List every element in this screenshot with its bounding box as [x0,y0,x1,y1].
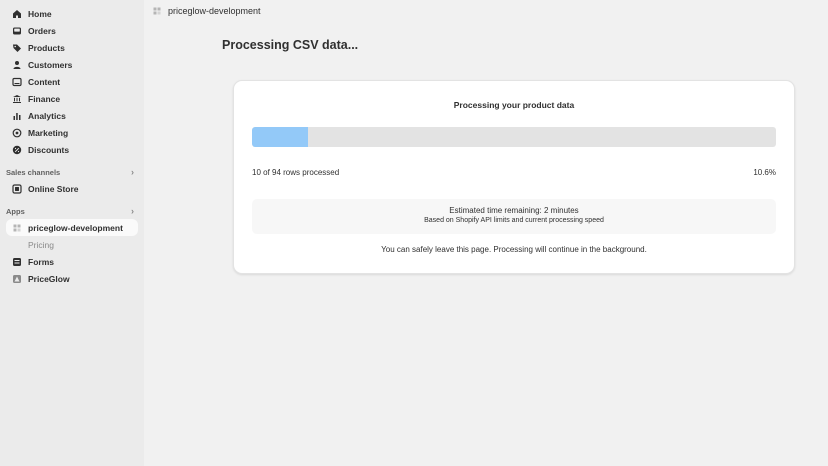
tag-icon [12,43,22,53]
apps-heading[interactable]: Apps › [6,203,138,219]
main-area: priceglow-development Processing CSV dat… [144,0,828,466]
target-icon [12,128,22,138]
chevron-right-icon: › [131,206,134,216]
nav-item-label: priceglow-development [28,222,123,233]
chevron-right-icon: › [131,167,134,177]
nav-item-customers[interactable]: Customers [6,56,138,73]
nav-item-label: Analytics [28,110,66,121]
discount-icon [12,145,22,155]
nav-item-orders[interactable]: Orders [6,22,138,39]
nav-item-label: Content [28,76,61,87]
nav-item-online-store[interactable]: Online Store [6,180,138,197]
nav-item-label: Customers [28,59,73,70]
bank-icon [12,94,22,104]
nav-item-label: Products [28,42,65,53]
nav-item-discounts[interactable]: Discounts [6,141,138,158]
nav-item-analytics[interactable]: Analytics [6,107,138,124]
page-title: Processing CSV data... [222,38,359,52]
nav-item-priceglow[interactable]: PriceGlow [6,270,138,287]
person-icon [12,60,22,70]
home-icon [12,9,22,19]
progress-bar-fill [252,127,308,147]
nav-item-home[interactable]: Home [6,5,138,22]
section-heading-label: Apps [6,206,25,216]
nav-item-label: Pricing [28,239,54,250]
nav-item-products[interactable]: Products [6,39,138,56]
store-icon [12,183,22,194]
bar-chart-icon [12,111,22,121]
progress-percent-text: 10.6% [753,168,776,177]
nav-item-content[interactable]: Content [6,73,138,90]
app-title: priceglow-development [168,6,261,16]
estimate-sub-text: Based on Shopify API limits and current … [424,217,604,224]
nav-item-label: Forms [28,256,54,267]
estimate-box: Estimated time remaining: 2 minutes Base… [252,199,776,234]
leave-page-notice: You can safely leave this page. Processi… [381,245,647,254]
section-heading-label: Sales channels [6,167,61,177]
progress-bar [252,127,776,147]
forms-icon [12,257,22,267]
priceglow-icon [12,274,22,284]
nav-item-priceglow-development[interactable]: priceglow-development [6,219,138,236]
nav-item-forms[interactable]: Forms [6,253,138,270]
sales-channels-heading[interactable]: Sales channels › [6,164,138,180]
estimate-main-text: Estimated time remaining: 2 minutes [449,206,579,215]
nav-item-label: PriceGlow [28,273,70,284]
app-title-bar: priceglow-development [144,0,828,22]
rows-processed-text: 10 of 94 rows processed [252,168,340,177]
nav-item-label: Home [28,8,52,19]
content-icon [12,77,22,87]
nav-item-marketing[interactable]: Marketing [6,124,138,141]
nav-subitem-pricing[interactable]: Pricing [6,236,138,253]
nav-item-label: Marketing [28,127,69,138]
card-title: Processing your product data [453,100,575,110]
nav-item-label: Orders [28,25,56,36]
inbox-icon [12,26,22,36]
app-grid-icon [12,223,22,233]
nav-item-label: Discounts [28,144,70,155]
nav-item-label: Online Store [28,183,79,194]
nav-item-label: Finance [28,93,61,104]
nav-item-finance[interactable]: Finance [6,90,138,107]
app-grid-icon [152,6,162,16]
sidebar: Home Orders Products Customers Content F… [0,0,144,466]
processing-card: Processing your product data 10 of 94 ro… [233,80,795,274]
